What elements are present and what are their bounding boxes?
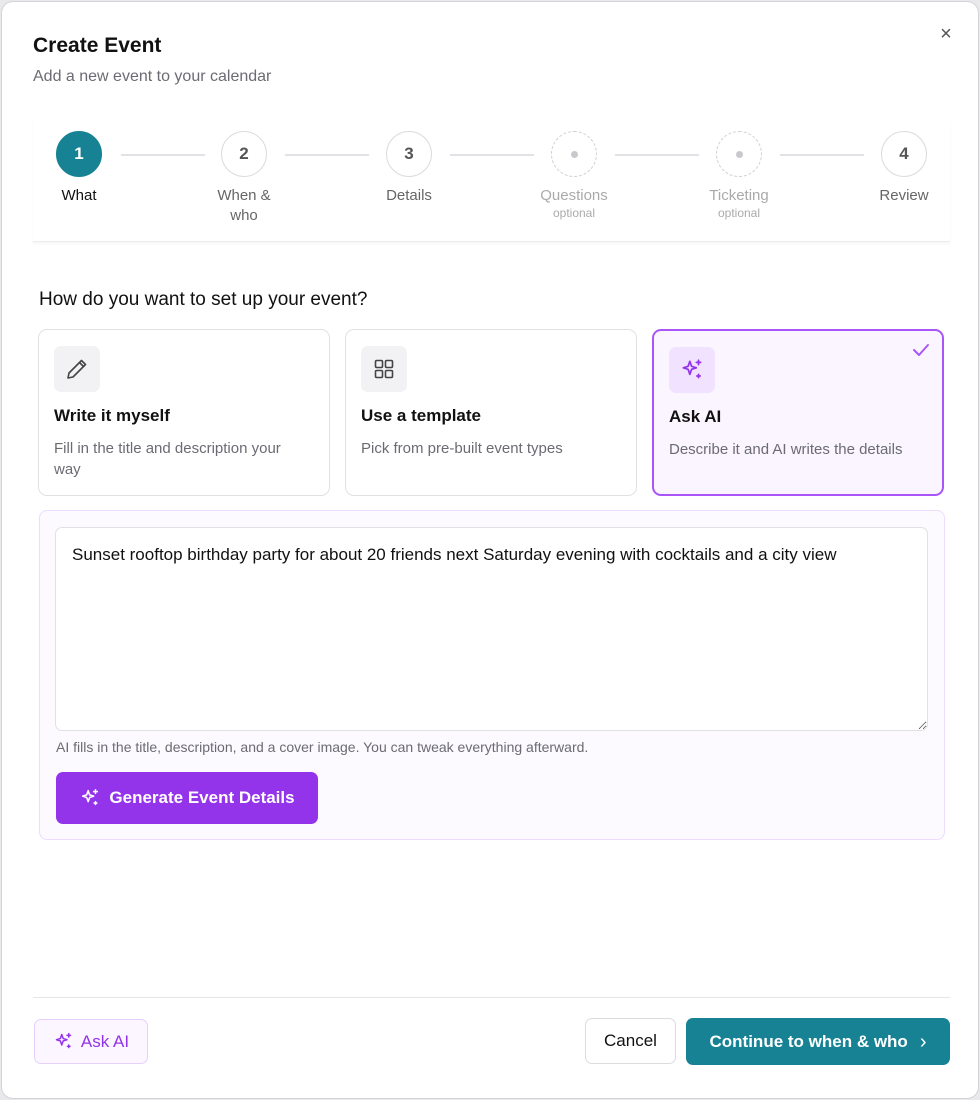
step-label: Ticketing [709,187,769,204]
step-connector [450,154,534,156]
step-ticketing[interactable]: Ticketing optional [689,131,789,220]
step-optional-tag: optional [717,206,761,220]
dialog-title: Create Event [33,34,162,57]
step-label: Details [386,187,432,204]
option-title: Ask AI [669,407,722,426]
option-description: Fill in the title and description your w… [54,440,281,478]
step-review[interactable]: 4 Review [854,131,954,206]
step-connector [121,154,205,156]
pencil-icon [54,346,100,392]
option-title: Write it myself [54,406,170,425]
ask-ai-button[interactable]: Ask AI [34,1019,148,1064]
option-title: Use a template [361,406,481,425]
sparkles-icon [82,788,99,806]
step-details[interactable]: 3 Details [359,131,459,206]
step-number: 2 [221,131,267,177]
ai-help-text: AI fills in the title, description, and … [56,739,589,755]
generate-button-label: Generate Event Details [109,788,295,807]
close-icon[interactable]: × [936,24,956,44]
option-ask-ai[interactable]: Ask AI Describe it and AI writes the det… [652,329,944,496]
step-label: What [61,187,97,204]
ai-prompt-panel: Sunset rooftop birthday party for about … [39,510,945,840]
step-number: 4 [881,131,927,177]
option-description: Describe it and AI writes the details [669,441,903,458]
setup-question: How do you want to set up your event? [39,289,368,310]
continue-label: Continue to when & who [709,1031,908,1051]
cancel-button[interactable]: Cancel [585,1018,676,1064]
step-when-who[interactable]: 2 When & who [194,131,294,226]
step-dot [716,131,762,177]
step-connector [780,154,864,156]
step-questions[interactable]: Questions optional [524,131,624,220]
step-number: 3 [386,131,432,177]
step-label: Review [879,187,929,204]
check-icon [913,344,929,356]
footer-divider [33,997,950,998]
step-dot [551,131,597,177]
sparkles-icon [669,347,715,393]
step-number: 1 [56,131,102,177]
step-what[interactable]: 1 What [29,131,129,206]
step-connector [285,154,369,156]
step-optional-tag: optional [552,206,596,220]
sparkles-icon [55,1032,72,1049]
stepper: 1 What 2 When & who 3 Details Questions … [33,120,950,242]
create-event-dialog: × Create Event Add a new event to your c… [1,1,979,1099]
step-label: When & who [217,187,271,224]
continue-button[interactable]: Continue to when & who › [686,1018,950,1065]
chevron-right-icon: › [919,1030,927,1053]
option-description: Pick from pre-built event types [361,440,563,457]
step-label: Questions [540,187,608,204]
generate-event-details-button[interactable]: Generate Event Details [56,772,318,824]
ai-prompt-input[interactable]: Sunset rooftop birthday party for about … [55,527,928,731]
option-write-myself[interactable]: Write it myself Fill in the title and de… [38,329,330,496]
grid-icon [361,346,407,392]
step-connector [615,154,699,156]
option-use-template[interactable]: Use a template Pick from pre-built event… [345,329,637,496]
ask-ai-label: Ask AI [80,1031,130,1051]
dialog-subtitle: Add a new event to your calendar [33,68,272,85]
